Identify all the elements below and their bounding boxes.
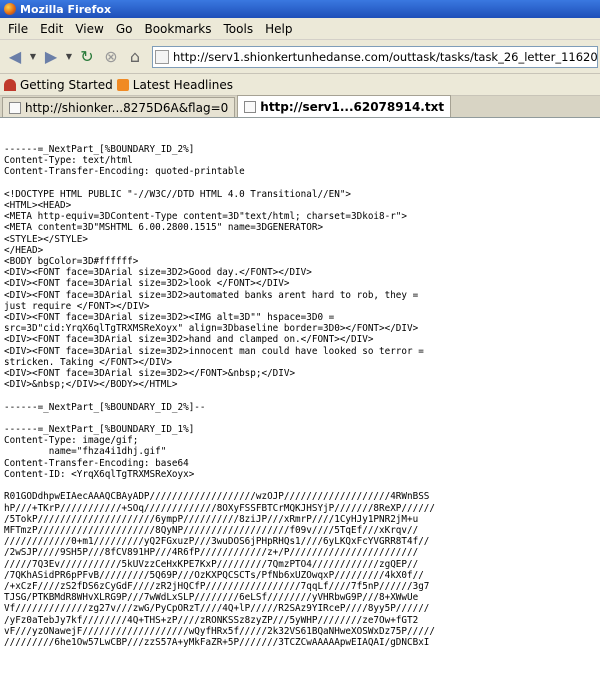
title-bar: Mozilla Firefox [0, 0, 600, 18]
text-line: <DIV>&nbsp;</DIV></BODY></HTML> [4, 379, 178, 391]
text-line: Vf/////////////zg27v///zwG/PyCpORzT////4… [4, 603, 430, 615]
text-line: <META http-equiv=3DContent-Type content=… [4, 211, 407, 223]
plain-text-document: ------=_NextPart_[%BOUNDARY_ID_2%] Conte… [4, 144, 596, 648]
menu-file[interactable]: File [2, 22, 34, 36]
text-line: </HEAD> [4, 244, 44, 256]
text-line: <META content=3D"MSHTML 6.00.2800.1515" … [4, 222, 324, 234]
back-icon[interactable]: ◀ [4, 45, 26, 69]
text-line: stricken. Taking </FONT></DIV> [4, 356, 172, 368]
bookmark-getting-started[interactable]: Getting Started [20, 78, 113, 92]
page-content: ------=_NextPart_[%BOUNDARY_ID_2%] Conte… [0, 138, 600, 674]
url-text: http://serv1.shionkertunhedanse.com/outt… [173, 49, 598, 64]
text-line: ------=_NextPart_[%BOUNDARY_ID_1%] [4, 424, 195, 436]
getting-started-icon [4, 78, 16, 91]
text-line: Content-Type: image/gif; [4, 435, 139, 447]
text-line: /7QKhASidPR6pPFvB/////////5Q69P///OzKXPQ… [4, 569, 424, 581]
text-line: ------=_NextPart_[%BOUNDARY_ID_2%]-- [4, 401, 206, 413]
tab-serv1-active[interactable]: http://serv1...62078914.txt [237, 95, 452, 117]
page-icon [244, 100, 257, 113]
tab-shionker[interactable]: http://shionker...8275D6A&flag=0 [2, 97, 236, 117]
text-line: <DIV><FONT face=3DArial size=3D2>hand an… [4, 334, 374, 346]
text-line: <DIV><FONT face=3DArial size=3D2>look </… [4, 278, 290, 290]
window-title: Mozilla Firefox [20, 2, 112, 16]
navigation-toolbar: ◀ ▼ ▶ ▼ ↻ ⊗ ⌂ http://serv1.shionkertunhe… [0, 40, 600, 74]
firefox-logo-icon [4, 3, 16, 15]
text-line: /////////6he1Ow57LwCBP///zzS57A+yMkFaZR+… [4, 636, 430, 648]
text-line: <BODY bgColor=3D#ffffff> [4, 256, 139, 268]
text-line: <!DOCTYPE HTML PUBLIC "-//W3C//DTD HTML … [4, 188, 352, 200]
text-line: Content-Transfer-Encoding: base64 [4, 457, 189, 469]
stop-icon[interactable]: ⊗ [100, 45, 122, 69]
menu-edit[interactable]: Edit [34, 22, 69, 36]
text-line: Content-Type: text/html [4, 155, 133, 167]
text-line: hP///+TKrP///////////+SOq/////////////8O… [4, 502, 435, 514]
page-icon [9, 101, 21, 114]
text-line: <DIV><FONT face=3DArial size=3D2>Good da… [4, 267, 312, 279]
rss-feed-icon [116, 78, 129, 91]
page-icon [155, 49, 169, 64]
tab-label: http://shionker...8275D6A&flag=0 [25, 100, 229, 115]
text-line: name="fhza4i1dhj.gif" [4, 446, 167, 458]
forward-icon[interactable]: ▶ [40, 45, 62, 69]
text-line: /2wSJP////9SH5P///8fCV891HP///4R6fP/////… [4, 547, 419, 559]
text-line: ------=_NextPart_[%BOUNDARY_ID_2%] [4, 144, 195, 155]
menu-go[interactable]: Go [110, 22, 139, 36]
text-line: just require </FONT></DIV> [4, 300, 150, 312]
reload-icon[interactable]: ↻ [76, 45, 98, 69]
text-line: src=3D"cid:YrqX6qlTgTRXMSReXoyx" align=3… [4, 323, 419, 335]
back-history-dropdown-icon[interactable]: ▼ [28, 45, 38, 69]
bookmark-latest-headlines[interactable]: Latest Headlines [133, 78, 233, 92]
menu-bar: File Edit View Go Bookmarks Tools Help [0, 18, 600, 40]
text-line: <HTML><HEAD> [4, 200, 72, 212]
tab-bar: http://shionker...8275D6A&flag=0 http://… [0, 95, 600, 118]
text-line: vF///yzONawejF///////////////////wQyfHRx… [4, 625, 435, 637]
text-line: ////////////0+m1/////////yQ2FGxuzP///3wu… [4, 536, 430, 548]
bookmarks-toolbar: Getting Started Latest Headlines [0, 74, 600, 96]
text-line: <DIV><FONT face=3DArial size=3D2>innocen… [4, 345, 424, 357]
text-line: /yFz0aTebJy7kf////////4Q+THS+zP////zRONK… [4, 614, 419, 626]
text-line: Content-Transfer-Encoding: quoted-printa… [4, 166, 245, 178]
text-line: /////7Q3Ev///////////5kUVzzCeHxKPE7KxP//… [4, 558, 419, 570]
menu-view[interactable]: View [69, 22, 109, 36]
menu-tools[interactable]: Tools [218, 22, 260, 36]
text-line: /5TokP/////////////////////6ympP////////… [4, 513, 419, 525]
text-line: TJSG/PTKBMdR8WHvXLRG9P///7wWdLxSLP//////… [4, 592, 419, 604]
text-line: <DIV><FONT face=3DArial size=3D2>automat… [4, 289, 419, 301]
text-line: <STYLE></STYLE> [4, 233, 88, 245]
forward-history-dropdown-icon[interactable]: ▼ [64, 45, 74, 69]
home-icon[interactable]: ⌂ [124, 45, 146, 69]
text-line: /+xCzF////zS2fDS6zCyGdF////zR2jHQCfP////… [4, 580, 430, 592]
text-line: <DIV><FONT face=3DArial size=3D2><IMG al… [4, 312, 335, 324]
text-line: Content-ID: <YrqX6qlTgTRXMSReXoyx> [4, 468, 195, 480]
text-line: <DIV><FONT face=3DArial size=3D2></FONT>… [4, 368, 296, 380]
tab-label: http://serv1...62078914.txt [260, 99, 445, 114]
text-line: MFTmzP/////////////////////8QyNP////////… [4, 524, 419, 536]
text-line: R01GODdhpwEIAecAAAQCBAyADP//////////////… [4, 491, 430, 503]
url-bar[interactable]: http://serv1.shionkertunhedanse.com/outt… [152, 45, 598, 68]
menu-help[interactable]: Help [259, 22, 298, 36]
menu-bookmarks[interactable]: Bookmarks [138, 22, 217, 36]
